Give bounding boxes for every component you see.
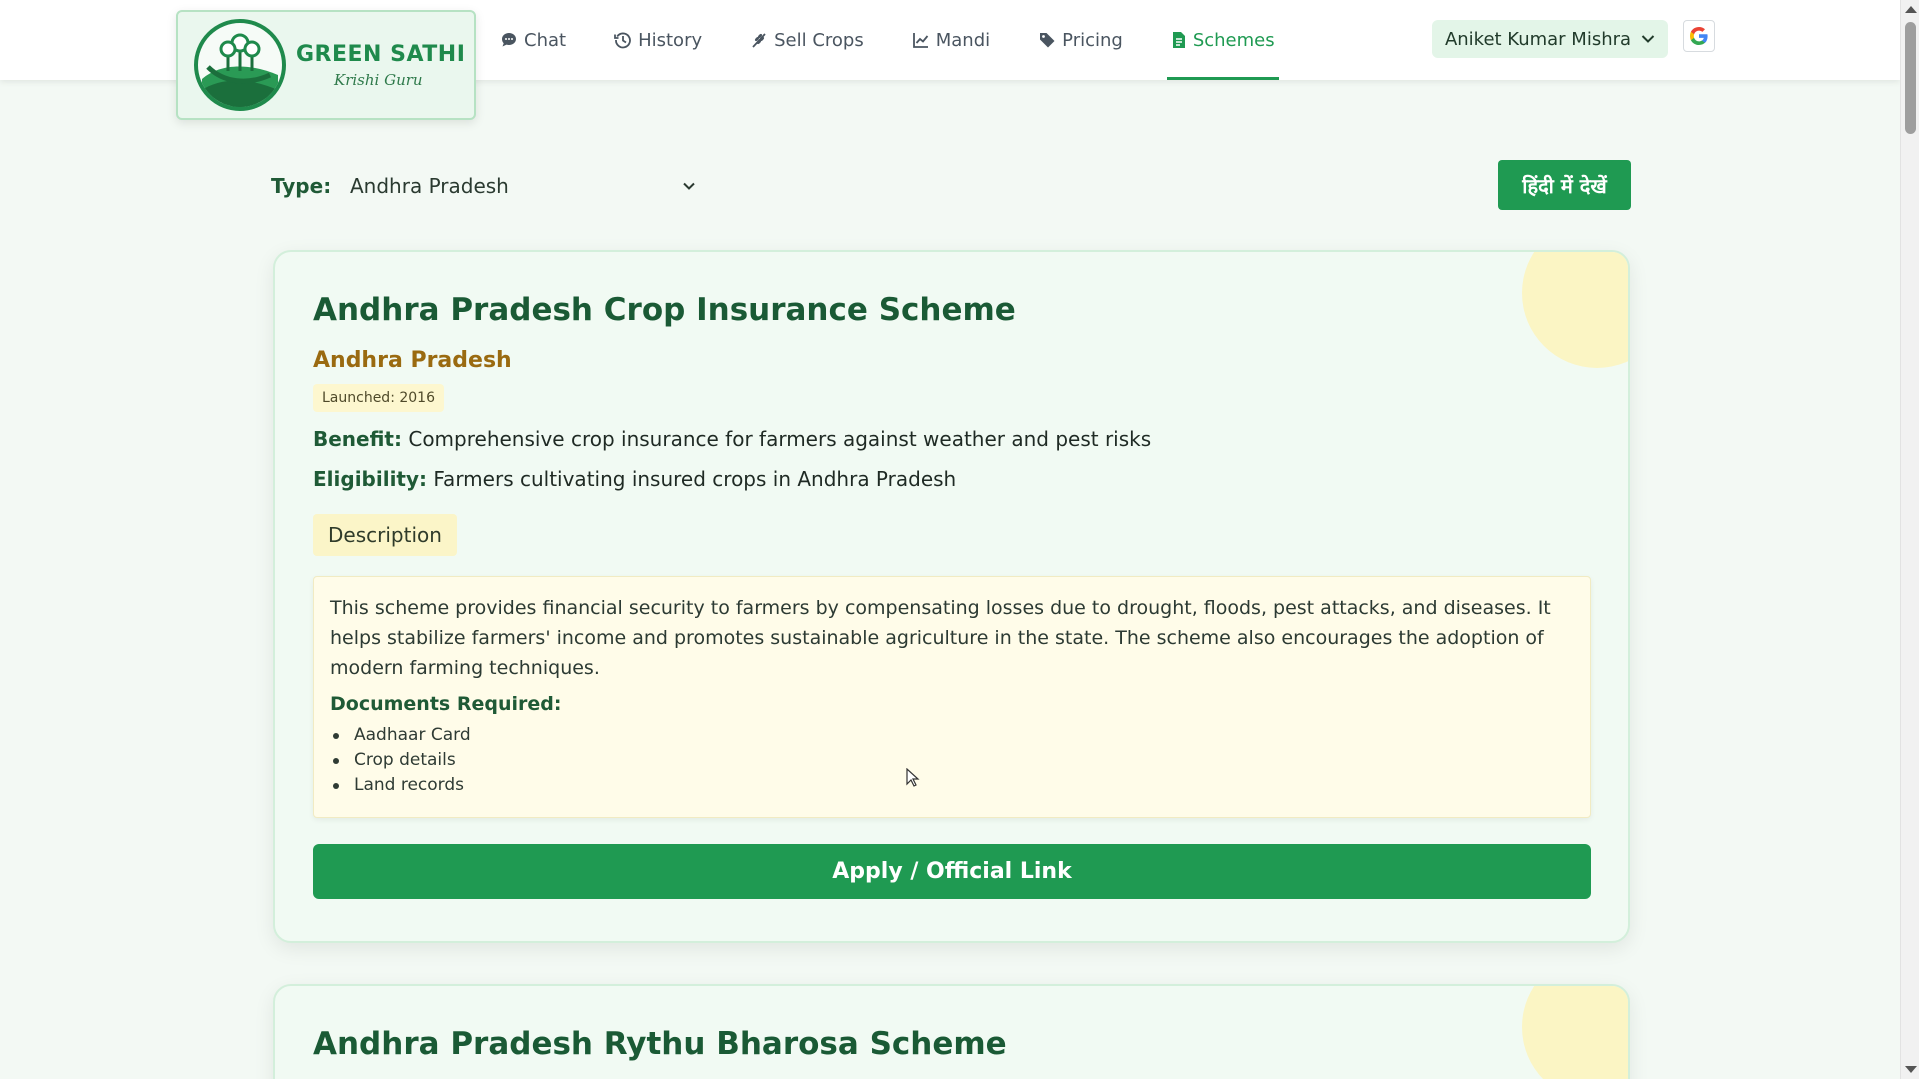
benefit-value: Comprehensive crop insurance for farmers… — [408, 427, 1152, 451]
type-filter-label: Type: — [271, 174, 332, 198]
page-scrollbar[interactable] — [1900, 0, 1919, 1079]
green-sathi-logo-icon — [194, 19, 286, 111]
nav-schemes-label: Schemes — [1192, 29, 1275, 51]
document-item: Aadhaar Card — [330, 723, 1574, 748]
eligibility-value: Farmers cultivating insured crops in And… — [433, 467, 957, 491]
state-type-selected-value: Andhra Pradesh — [350, 174, 509, 198]
scheme-card: Andhra Pradesh Rythu Bharosa Scheme — [273, 984, 1630, 1079]
scheme-eligibility: Eligibility: Farmers cultivating insured… — [313, 467, 956, 491]
launched-badge: Launched: 2016 — [313, 384, 444, 412]
google-account-button[interactable] — [1683, 20, 1715, 52]
user-name: Aniket Kumar Mishra — [1444, 28, 1632, 50]
decorative-circle — [1522, 252, 1628, 368]
documents-required-heading: Documents Required: — [330, 693, 562, 715]
tag-icon — [1040, 33, 1055, 48]
scroll-down-arrow-icon[interactable] — [1905, 1066, 1917, 1073]
nav-mandi-label: Mandi — [935, 29, 991, 51]
nav-chat-label: Chat — [524, 29, 567, 51]
documents-list: Aadhaar Card Crop details Land records — [330, 723, 1574, 798]
nav-sell-crops[interactable]: Sell Crops — [750, 0, 864, 80]
nav-mandi[interactable]: Mandi — [912, 0, 990, 80]
apply-official-link-button[interactable]: Apply / Official Link — [313, 844, 1591, 899]
document-item: Crop details — [330, 748, 1574, 773]
main-nav: Chat History Sell Crops Mandi Pricing Sc… — [500, 0, 1323, 80]
mouse-cursor-icon — [906, 768, 920, 787]
scheme-state: Andhra Pradesh — [313, 348, 512, 373]
nav-pricing[interactable]: Pricing — [1038, 0, 1123, 80]
google-icon — [1690, 27, 1708, 45]
nav-schemes[interactable]: Schemes — [1166, 0, 1279, 80]
document-item: Land records — [330, 773, 1574, 798]
history-icon — [614, 32, 631, 49]
nav-history-label: History — [638, 29, 703, 51]
seedling-icon — [752, 33, 766, 48]
brand-logo[interactable]: GREEN SATHI Krishi Guru — [176, 10, 476, 120]
brand-text: GREEN SATHI Krishi Guru — [296, 42, 465, 89]
eligibility-label: Eligibility: — [313, 467, 428, 491]
nav-chat[interactable]: Chat — [500, 0, 566, 80]
state-type-select[interactable]: Andhra Pradesh — [338, 166, 708, 206]
brand-name: GREEN SATHI — [296, 41, 466, 67]
description-tab[interactable]: Description — [313, 514, 457, 556]
chat-bubble-icon — [502, 33, 516, 47]
line-chart-icon — [912, 33, 928, 48]
chevron-down-icon — [1641, 35, 1655, 43]
nav-pricing-label: Pricing — [1062, 29, 1123, 51]
view-in-hindi-button[interactable]: हिंदी में देखें — [1498, 160, 1631, 210]
scheme-card: Andhra Pradesh Crop Insurance Scheme And… — [273, 250, 1630, 943]
chevron-down-icon — [683, 182, 695, 190]
user-menu-button[interactable]: Aniket Kumar Mishra — [1432, 20, 1668, 58]
description-text: This scheme provides financial security … — [330, 597, 1551, 679]
scheme-title: Andhra Pradesh Crop Insurance Scheme — [313, 292, 1016, 328]
nav-sell-crops-label: Sell Crops — [774, 29, 864, 51]
brand-tagline: Krishi Guru — [334, 70, 423, 89]
document-icon — [1172, 32, 1185, 48]
scheme-title: Andhra Pradesh Rythu Bharosa Scheme — [313, 1026, 1007, 1062]
scrollbar-thumb[interactable] — [1905, 22, 1916, 134]
nav-history[interactable]: History — [614, 0, 702, 80]
scheme-benefit: Benefit: Comprehensive crop insurance fo… — [313, 427, 1151, 451]
benefit-label: Benefit: — [313, 427, 402, 451]
scroll-up-arrow-icon[interactable] — [1905, 6, 1917, 13]
description-panel: This scheme provides financial security … — [313, 576, 1591, 818]
decorative-circle — [1522, 986, 1628, 1079]
